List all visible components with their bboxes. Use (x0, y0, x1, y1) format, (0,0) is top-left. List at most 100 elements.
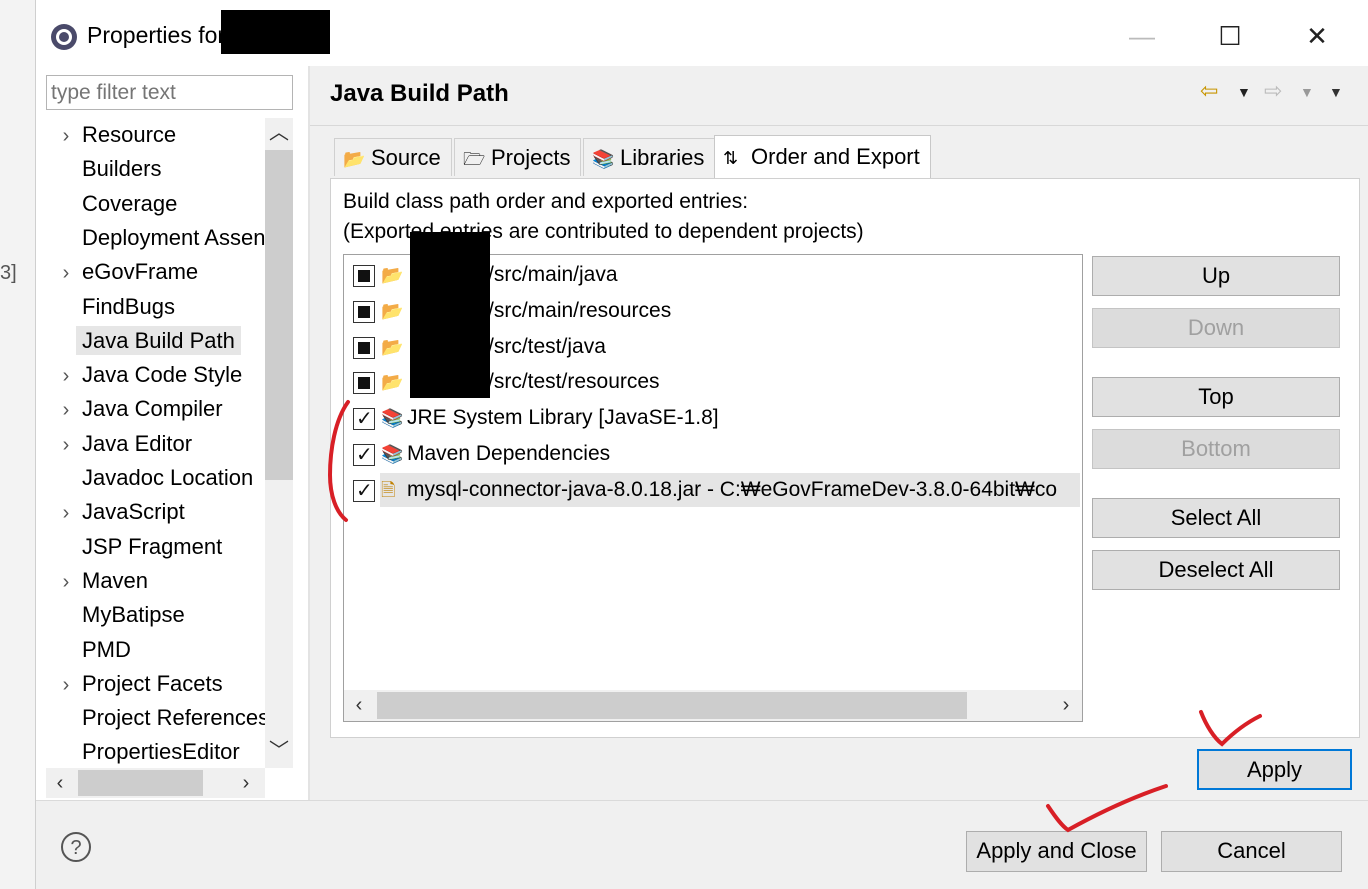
classpath-entry[interactable]: 📚Maven Dependencies (350, 437, 1080, 472)
classpath-entry-label: mysql-connector-java-8.0.18.jar - C:₩eGo… (407, 477, 1058, 501)
tree-item-label: FindBugs (82, 293, 175, 319)
package-folder-icon: 📂 (381, 372, 404, 393)
library-icon: 📚 (381, 444, 404, 464)
tree-item[interactable]: Java Build Path (50, 324, 265, 358)
tree-item[interactable]: Builders (50, 152, 265, 186)
tree-item-label: PMD (82, 636, 131, 662)
title-separator (310, 125, 1368, 126)
export-checkbox[interactable] (353, 336, 375, 359)
export-checkbox[interactable] (353, 300, 375, 323)
source-folder-icon: 📂 (343, 149, 366, 169)
scroll-left-icon[interactable]: ‹ (46, 768, 74, 798)
background-window (0, 0, 36, 889)
tree-item-label: Javadoc Location (82, 465, 254, 490)
tree-item-label: eGovFrame (82, 259, 199, 285)
minimize-button[interactable]: — (1112, 16, 1172, 56)
export-checkbox[interactable] (353, 372, 375, 395)
expand-chevron-icon[interactable]: › (50, 428, 82, 461)
tree-item[interactable]: › eGovFrame (50, 255, 265, 289)
export-checkbox[interactable] (353, 438, 375, 472)
tree-item-label: Java Compiler (82, 396, 223, 422)
export-checkbox[interactable] (353, 265, 375, 287)
tree-item[interactable]: Coverage (50, 187, 265, 221)
tree-item[interactable]: MyBatipse (50, 598, 265, 632)
tree-item-label: Coverage (82, 190, 178, 216)
tree-item-label: Maven (82, 567, 149, 593)
expand-chevron-icon[interactable]: › (50, 256, 82, 289)
tree-item-label: Builders (82, 156, 162, 182)
classpath-entry-label: /src/main/resources (488, 298, 672, 322)
tree-item-label: Java Code Style (82, 362, 243, 388)
select-all-button[interactable]: Select All (1092, 498, 1340, 538)
filter-input[interactable] (46, 75, 293, 110)
expand-chevron-icon[interactable]: › (50, 393, 82, 426)
classpath-entry[interactable]: 🗎 mysql-connector-java-8.0.18.jar - C:₩eG… (350, 473, 1080, 508)
tree-item[interactable]: › Resource (50, 118, 265, 152)
apply-button[interactable]: Apply (1197, 749, 1352, 790)
tree-item-label: Project Facets (82, 670, 223, 696)
classpath-entry[interactable]: 📚JRE System Library [JavaSE-1.8] (350, 401, 1080, 436)
projects-folder-icon: 🗁 (463, 149, 486, 169)
close-button[interactable]: ✕ (1287, 16, 1347, 56)
view-menu-icon[interactable]: ▼ (1329, 84, 1343, 100)
expand-chevron-icon[interactable]: › (50, 359, 82, 392)
up-button[interactable]: Up (1092, 256, 1340, 296)
tree-item[interactable]: PMD (50, 633, 265, 667)
tree-horizontal-scroll-thumb[interactable] (78, 770, 203, 796)
tree-item[interactable]: Javadoc Location (50, 461, 265, 495)
export-checkbox[interactable] (353, 474, 375, 508)
apply-and-close-button[interactable]: Apply and Close (966, 831, 1147, 872)
expand-chevron-icon[interactable]: › (50, 668, 82, 701)
redacted-project-name (221, 10, 330, 54)
deselect-all-button[interactable]: Deselect All (1092, 550, 1340, 590)
expand-chevron-icon[interactable]: › (50, 119, 82, 152)
tree-item[interactable]: Project References (50, 701, 265, 735)
scroll-right-icon[interactable]: › (232, 768, 260, 798)
top-button[interactable]: Top (1092, 377, 1340, 417)
tree-item[interactable]: PropertiesEditor (50, 735, 265, 769)
redacted-project-name (410, 232, 490, 398)
expand-chevron-icon[interactable]: › (50, 496, 82, 529)
back-dropdown-icon[interactable]: ▼ (1237, 84, 1251, 100)
list-horizontal-scroll-thumb[interactable] (377, 692, 967, 719)
tree-item[interactable]: FindBugs (50, 290, 265, 324)
scroll-right-icon[interactable]: › (1052, 690, 1080, 720)
tab-libraries[interactable]: 📚 Libraries (583, 138, 716, 176)
tab-source[interactable]: 📂 Source (334, 138, 452, 176)
forward-dropdown-icon[interactable]: ▼ (1300, 84, 1314, 100)
eclipse-app-icon (51, 24, 77, 50)
classpath-entry-label: /src/main/java (488, 263, 618, 286)
bottom-button[interactable]: Bottom (1092, 429, 1340, 469)
classpath-entry-label: /src/test/resources (488, 370, 660, 394)
down-button[interactable]: Down (1092, 308, 1340, 348)
cancel-button[interactable]: Cancel (1161, 831, 1342, 872)
tree-item[interactable]: Deployment Assen (50, 221, 265, 255)
tree-vertical-scroll-thumb[interactable] (265, 150, 293, 480)
tree-item[interactable]: › Java Editor (50, 427, 265, 461)
scroll-down-icon[interactable]: ﹀ (265, 736, 293, 766)
tree-item-label: PropertiesEditor (82, 739, 240, 765)
expand-chevron-icon[interactable]: › (50, 565, 82, 598)
scroll-up-icon[interactable]: ︿ (265, 118, 293, 148)
forward-arrow-icon[interactable]: ⇨ (1264, 78, 1282, 104)
library-icon: 📚 (381, 408, 404, 429)
help-icon[interactable]: ? (61, 832, 91, 862)
tree-item[interactable]: › Java Code Style (50, 358, 265, 392)
scroll-left-icon[interactable]: ‹ (345, 690, 373, 720)
maximize-button[interactable]: ☐ (1200, 16, 1260, 56)
tab-order-and-export[interactable]: ⇅ Order and Export (714, 135, 931, 180)
tree-item[interactable]: › Java Compiler (50, 392, 265, 426)
tree-item-label: Java Editor (82, 430, 193, 456)
tree-item[interactable]: › Project Facets (50, 667, 265, 701)
tab-projects[interactable]: 🗁 Projects (454, 138, 582, 176)
classpath-entry-label: Maven Dependencies (407, 442, 611, 465)
tree-item[interactable]: JSP Fragment (50, 530, 265, 564)
order-export-icon: ⇅ (723, 148, 739, 168)
export-checkbox[interactable] (353, 402, 375, 436)
libraries-icon: 📚 (592, 149, 615, 169)
tree-item[interactable]: › Maven (50, 564, 265, 598)
tree-item-label: Deployment Assen (82, 224, 265, 250)
tree-item[interactable]: › JavaScript (50, 495, 265, 529)
classpath-entry-label: JRE System Library [JavaSE-1.8] (407, 406, 719, 430)
back-arrow-icon[interactable]: ⇦ (1200, 78, 1218, 104)
